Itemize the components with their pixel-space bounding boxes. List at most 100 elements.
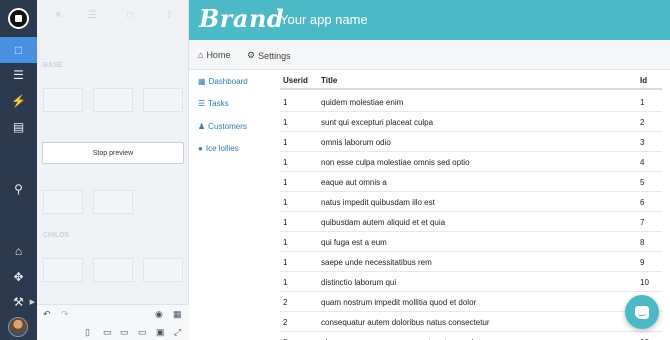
laptop-icon[interactable]: ▭ (138, 327, 147, 338)
chat-button[interactable] (625, 295, 659, 329)
cell-userid: 2 (283, 298, 288, 307)
desktop-icon[interactable]: ▣ (156, 327, 165, 338)
cell-userid: 1 (283, 218, 288, 227)
table-row[interactable]: 1 eaque aut omnis a 5 (280, 172, 662, 192)
users-icon: ♟ (198, 122, 206, 131)
tablet-icon[interactable]: ▭ (103, 327, 112, 338)
menu-item-dashboard[interactable]: ▦ Dashboard (198, 77, 248, 86)
menu-item-ice-lollies[interactable]: ● Ice lollies (198, 144, 239, 153)
tools-icon[interactable]: ⚒ ▶ (0, 289, 37, 315)
cell-userid: 1 (283, 118, 288, 127)
cell-id: 7 (640, 218, 645, 227)
cell-title: quidem molestiae enim (321, 98, 404, 107)
store-icon[interactable]: ⌂ (0, 238, 37, 264)
cell-userid: 1 (283, 238, 288, 247)
undo-icon[interactable]: ↶ (43, 309, 51, 320)
tablet-landscape-icon[interactable]: ▭ (120, 327, 129, 338)
app-preview: Brand Your app name ⌂ Home ⚙ Settings ▦ … (189, 0, 670, 340)
menu-item-customers[interactable]: ♟ Customers (198, 122, 247, 131)
home-icon: ⌂ (198, 50, 204, 60)
cell-title: natus impedit quibusdam illo est (321, 198, 435, 207)
nav-home-label: Home (206, 50, 231, 60)
close-icon: ✕ (54, 10, 63, 21)
cell-title: non esse culpa molestiae omnis sed optio (321, 158, 470, 167)
nav-home[interactable]: ⌂ Home (198, 50, 230, 60)
column-header-title[interactable]: Title (321, 76, 337, 85)
cell-userid: 1 (283, 158, 288, 167)
bar-chart-icon: ▦ (198, 77, 206, 86)
cell-title: omnis laborum odio (321, 138, 391, 147)
clipboard-icon: □ (127, 10, 134, 21)
cell-title: eaque aut omnis a (321, 178, 387, 187)
database-icon[interactable]: ☰ (0, 62, 37, 88)
cell-title: qui fuga est a eum (321, 238, 387, 247)
app-name: Your app name (280, 12, 368, 27)
component-tile (93, 190, 133, 214)
phone-icon[interactable]: ▯ (85, 327, 90, 338)
cell-userid: 1 (283, 258, 288, 267)
cell-title: sunt qui excepturi placeat culpa (321, 118, 434, 127)
cell-title: quam nostrum impedit mollitia quod et do… (321, 298, 477, 307)
stop-preview-button[interactable]: Stop preview (42, 142, 184, 164)
search-icon[interactable]: ⚲ (0, 176, 37, 202)
cell-userid: 2 (283, 318, 288, 327)
table-row[interactable]: 1 quibusdam autem aliquid et et quia 7 (280, 212, 662, 232)
lightning-icon[interactable]: ⚡ (0, 88, 37, 114)
cell-title: quibusdam autem aliquid et et quia (321, 218, 446, 227)
menu-item-label: Dashboard (208, 77, 248, 86)
builder-panel: ✕ ☰ □ ⇧ BASE CHILDS Stop preview ↶ ↷ ◉ ▦… (37, 0, 189, 340)
table-row[interactable]: 1 quidem molestiae enim 1 (280, 92, 662, 112)
grid-icon[interactable]: ▦ (173, 309, 182, 320)
table-row[interactable]: 2ab rerum non rerum consequatur ut ea un… (280, 332, 662, 340)
cell-userid: 1 (283, 178, 288, 187)
cell-id: 1 (640, 98, 645, 107)
table-row[interactable]: 1 sunt qui excepturi placeat culpa 2 (280, 112, 662, 132)
column-header-userid[interactable]: Userid (283, 76, 308, 85)
cell-id: 5 (640, 178, 645, 187)
component-tile (93, 258, 133, 282)
cell-userid: 1 (283, 198, 288, 207)
git-icon[interactable]: ✥ (0, 264, 37, 290)
table-row[interactable]: 1 saepe unde necessitatibus rem 9 (280, 252, 662, 272)
cell-userid: 1 (283, 138, 288, 147)
table-row[interactable]: 1 qui fuga est a eum 8 (280, 232, 662, 252)
nav-settings[interactable]: ⚙ Settings (247, 50, 291, 61)
ice-lolly-icon: ● (198, 144, 203, 153)
page-icon[interactable]: □ (0, 37, 37, 63)
fullscreen-icon[interactable]: ⤢ (174, 327, 181, 338)
top-nav: ⌂ Home ⚙ Settings (189, 40, 670, 70)
redo-icon[interactable]: ↷ (61, 309, 69, 320)
card-icon[interactable]: ▤ (0, 114, 37, 140)
component-tile (143, 88, 183, 112)
table-row[interactable]: 2 quam nostrum impedit mollitia quod et d… (280, 292, 662, 312)
side-menu: ▦ Dashboard ☰ Tasks ♟ Customers ● Ice lo… (189, 70, 273, 340)
table-row[interactable]: 1 distinctio laborum qui 10 (280, 272, 662, 292)
menu-item-tasks[interactable]: ☰ Tasks (198, 99, 229, 108)
menu-item-label: Customers (208, 122, 247, 131)
table-row[interactable]: 1 omnis laborum odio 3 (280, 132, 662, 152)
app-header: Brand Your app name (189, 0, 670, 40)
cell-userid: 1 (283, 98, 288, 107)
brand-logo[interactable]: Brand (199, 4, 284, 33)
component-tile (43, 88, 83, 112)
app-logo-icon[interactable] (8, 8, 29, 29)
cell-title: distinctio laborum qui (321, 278, 397, 287)
avatar[interactable] (8, 317, 28, 337)
menu-item-label: Ice lollies (205, 144, 239, 153)
component-tile (43, 190, 83, 214)
table-row[interactable]: 1 natus impedit quibusdam illo est 6 (280, 192, 662, 212)
table-header: Userid Title Id (280, 70, 662, 90)
column-header-id[interactable]: Id (640, 76, 647, 85)
table-row[interactable]: 2 consequatur autem doloribus natus conse… (280, 312, 662, 332)
table-row[interactable]: 1 non esse culpa molestiae omnis sed opti… (280, 152, 662, 172)
panel-toolbar: ↶ ↷ ◉ ▦ ▯ ▭ ▭ ▭ ▣ ⤢ (37, 304, 189, 340)
cell-id: 6 (640, 198, 645, 207)
cell-id: 3 (640, 138, 645, 147)
component-tile (43, 258, 83, 282)
section-label-childs: CHILDS (43, 232, 70, 239)
eye-icon[interactable]: ◉ (155, 309, 163, 320)
component-tile (143, 258, 183, 282)
upload-icon: ⇧ (165, 10, 174, 21)
cell-id: 10 (640, 278, 649, 287)
nav-settings-label: Settings (258, 50, 291, 61)
